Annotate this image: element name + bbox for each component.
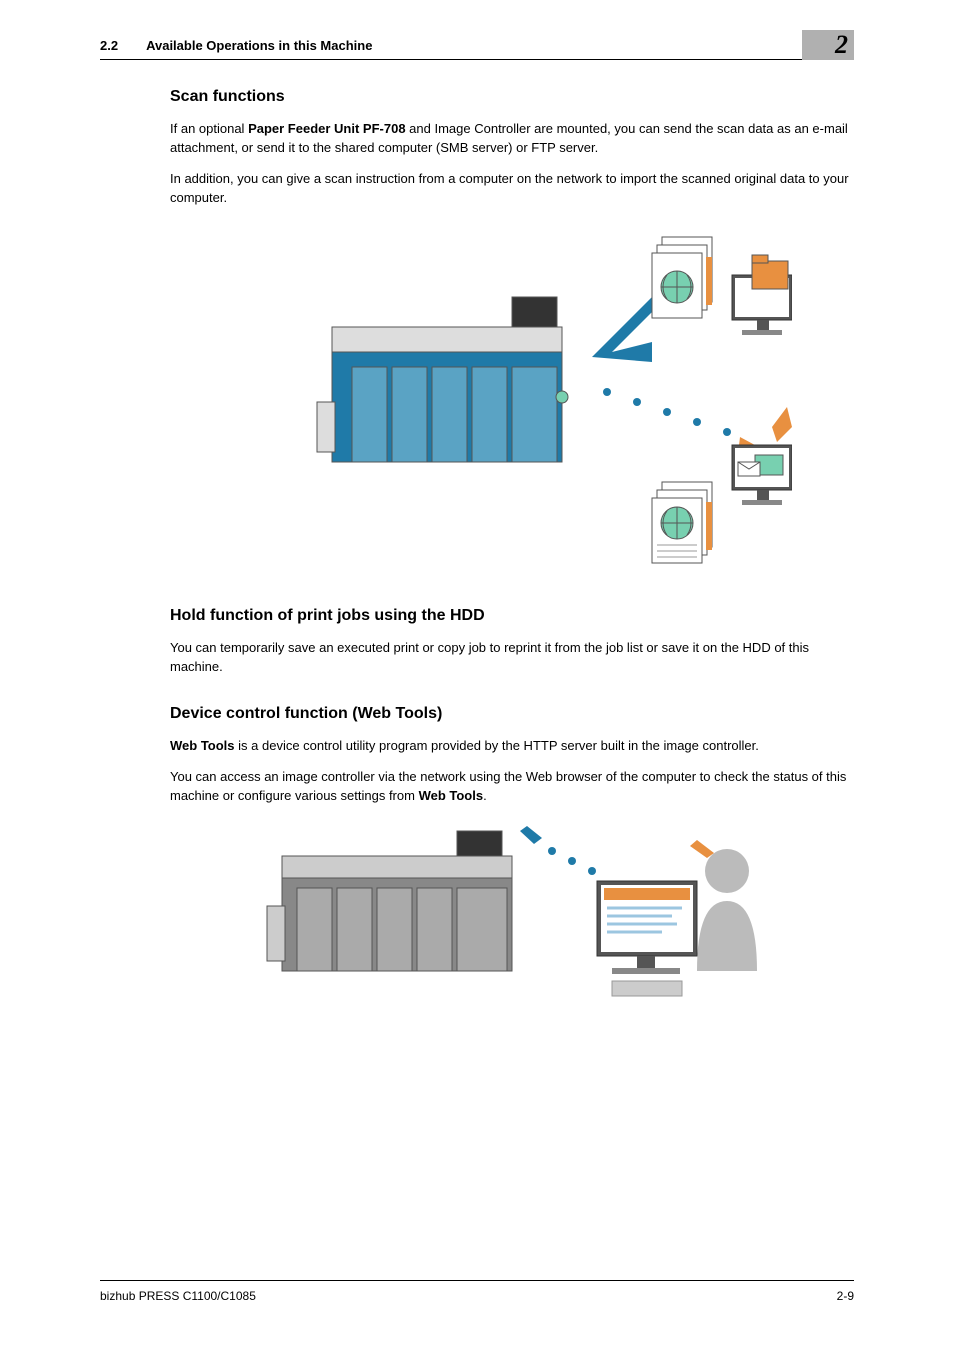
network-dot-icon	[568, 857, 576, 865]
footer-divider	[100, 1280, 854, 1281]
network-dot-icon	[548, 847, 556, 855]
printer-icon	[317, 297, 568, 462]
web-paragraph-1: Web Tools is a device control utility pr…	[170, 737, 854, 756]
printer-icon	[267, 831, 512, 971]
send-arrow-icon	[772, 407, 792, 442]
web-paragraph-2: You can access an image controller via t…	[170, 768, 854, 806]
heading-scan-functions: Scan functions	[170, 88, 854, 106]
footer-page-number: 2-9	[837, 1289, 854, 1303]
section-title: Available Operations in this Machine	[146, 38, 372, 53]
person-icon	[690, 840, 757, 971]
footer-product: bizhub PRESS C1100/C1085	[100, 1289, 256, 1303]
arrow-icon	[520, 826, 542, 844]
network-dot-icon	[633, 398, 641, 406]
chapter-badge: 2	[802, 30, 854, 60]
network-dot-icon	[603, 388, 611, 396]
network-dot-icon	[723, 428, 731, 436]
page-footer: bizhub PRESS C1100/C1085 2-9	[100, 1280, 854, 1303]
web-tools-illustration	[170, 826, 854, 1016]
section-number: 2.2	[100, 38, 118, 53]
network-dot-icon	[693, 418, 701, 426]
globe-document-icon	[652, 482, 712, 563]
heading-hold-function: Hold function of print jobs using the HD…	[170, 607, 854, 625]
network-dot-icon	[588, 867, 596, 875]
scan-paragraph-1: If an optional Paper Feeder Unit PF-708 …	[170, 120, 854, 158]
scan-paragraph-2: In addition, you can give a scan instruc…	[170, 170, 854, 208]
scan-arrow-icon	[592, 297, 652, 362]
network-dot-icon	[663, 408, 671, 416]
scan-illustration	[170, 227, 854, 577]
chapter-number: 2	[835, 30, 848, 60]
page-content: Scan functions If an optional Paper Feed…	[0, 60, 954, 1016]
monitor-icon	[597, 881, 697, 996]
heading-web-tools: Device control function (Web Tools)	[170, 705, 854, 723]
globe-document-icon	[652, 237, 712, 318]
email-monitor-icon	[732, 445, 792, 505]
page-header: 2.2 Available Operations in this Machine…	[0, 0, 954, 53]
folder-monitor-icon	[732, 255, 792, 335]
header-section-info: 2.2 Available Operations in this Machine	[100, 38, 372, 53]
hold-paragraph-1: You can temporarily save an executed pri…	[170, 639, 854, 677]
